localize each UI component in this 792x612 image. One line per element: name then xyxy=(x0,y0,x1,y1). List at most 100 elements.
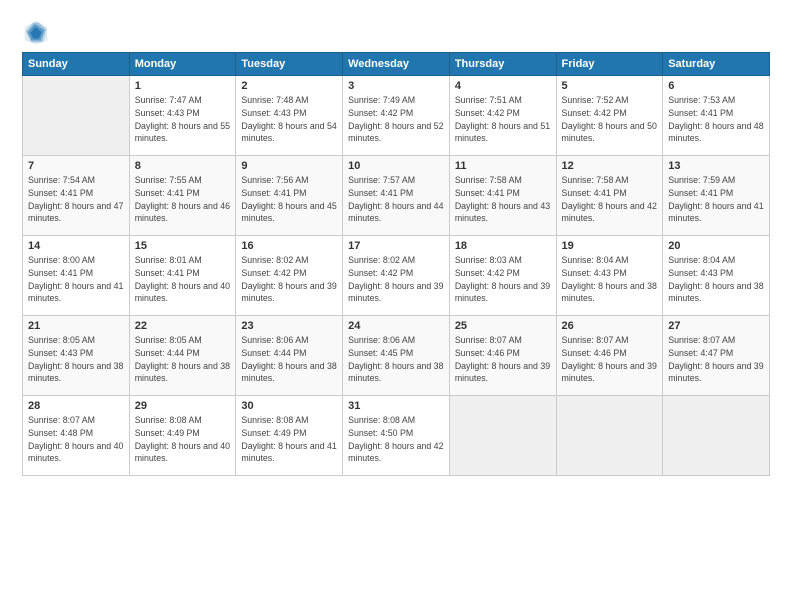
calendar-cell: 18Sunrise: 8:03 AMSunset: 4:42 PMDayligh… xyxy=(449,236,556,316)
sunrise-text: Sunrise: 8:07 AM xyxy=(668,334,764,347)
day-number: 4 xyxy=(455,80,551,92)
daylight-text: Daylight: 8 hours and 39 minutes. xyxy=(455,360,551,386)
calendar-cell: 23Sunrise: 8:06 AMSunset: 4:44 PMDayligh… xyxy=(236,316,343,396)
day-info: Sunrise: 8:08 AMSunset: 4:49 PMDaylight:… xyxy=(135,414,231,465)
daylight-text: Daylight: 8 hours and 44 minutes. xyxy=(348,200,444,226)
sunset-text: Sunset: 4:41 PM xyxy=(562,187,658,200)
weekday-header-thursday: Thursday xyxy=(449,53,556,76)
calendar-cell: 4 Sunrise: 7:51 AMSunset: 4:42 PMDaylight… xyxy=(449,76,556,156)
day-number: 21 xyxy=(28,320,124,332)
daylight-text: Daylight: 8 hours and 46 minutes. xyxy=(135,200,231,226)
day-number: 15 xyxy=(135,240,231,252)
sunrise-text: Sunrise: 8:02 AM xyxy=(241,254,337,267)
calendar-table: SundayMondayTuesdayWednesdayThursdayFrid… xyxy=(22,52,770,476)
sunset-text: Sunset: 4:42 PM xyxy=(455,267,551,280)
sunset-text: Sunset: 4:41 PM xyxy=(135,267,231,280)
day-info: Sunrise: 8:08 AMSunset: 4:49 PMDaylight:… xyxy=(241,414,337,465)
logo-icon xyxy=(22,18,50,46)
calendar-cell: 27Sunrise: 8:07 AMSunset: 4:47 PMDayligh… xyxy=(663,316,770,396)
calendar-cell: 28Sunrise: 8:07 AMSunset: 4:48 PMDayligh… xyxy=(23,396,130,476)
day-number: 14 xyxy=(28,240,124,252)
day-info: Sunrise: 8:06 AMSunset: 4:45 PMDaylight:… xyxy=(348,334,444,385)
weekday-header-monday: Monday xyxy=(129,53,236,76)
sunset-text: Sunset: 4:41 PM xyxy=(668,107,764,120)
day-number: 23 xyxy=(241,320,337,332)
calendar-cell xyxy=(449,396,556,476)
sunset-text: Sunset: 4:42 PM xyxy=(348,107,444,120)
day-number: 20 xyxy=(668,240,764,252)
sunset-text: Sunset: 4:41 PM xyxy=(348,187,444,200)
calendar-cell: 21Sunrise: 8:05 AMSunset: 4:43 PMDayligh… xyxy=(23,316,130,396)
calendar-cell: 20Sunrise: 8:04 AMSunset: 4:43 PMDayligh… xyxy=(663,236,770,316)
day-info: Sunrise: 7:58 AMSunset: 4:41 PMDaylight:… xyxy=(562,174,658,225)
calendar-cell: 12 Sunrise: 7:58 AMSunset: 4:41 PMDayligh… xyxy=(556,156,663,236)
calendar-cell: 2Sunrise: 7:48 AMSunset: 4:43 PMDaylight… xyxy=(236,76,343,156)
day-info: Sunrise: 7:58 AMSunset: 4:41 PMDaylight:… xyxy=(455,174,551,225)
sunset-text: Sunset: 4:43 PM xyxy=(28,347,124,360)
sunrise-text: Sunrise: 8:07 AM xyxy=(562,334,658,347)
day-info: Sunrise: 8:07 AMSunset: 4:46 PMDaylight:… xyxy=(562,334,658,385)
weekday-header-row: SundayMondayTuesdayWednesdayThursdayFrid… xyxy=(23,53,770,76)
calendar-cell: 13 Sunrise: 7:59 AMSunset: 4:41 PMDayligh… xyxy=(663,156,770,236)
sunrise-text: Sunrise: 8:06 AM xyxy=(241,334,337,347)
calendar-cell: 3Sunrise: 7:49 AMSunset: 4:42 PMDaylight… xyxy=(343,76,450,156)
sunrise-text: Sunrise: 8:08 AM xyxy=(135,414,231,427)
day-number: 5 xyxy=(562,80,658,92)
sunset-text: Sunset: 4:49 PM xyxy=(241,427,337,440)
daylight-text: Daylight: 8 hours and 47 minutes. xyxy=(28,200,124,226)
sunset-text: Sunset: 4:43 PM xyxy=(668,267,764,280)
day-number: 7 xyxy=(28,160,124,172)
sunrise-text: Sunrise: 8:03 AM xyxy=(455,254,551,267)
calendar-cell: 22Sunrise: 8:05 AMSunset: 4:44 PMDayligh… xyxy=(129,316,236,396)
calendar-cell: 29Sunrise: 8:08 AMSunset: 4:49 PMDayligh… xyxy=(129,396,236,476)
day-number: 25 xyxy=(455,320,551,332)
daylight-text: Daylight: 8 hours and 40 minutes. xyxy=(28,440,124,466)
calendar-week-row: 28Sunrise: 8:07 AMSunset: 4:48 PMDayligh… xyxy=(23,396,770,476)
day-info: Sunrise: 8:08 AMSunset: 4:50 PMDaylight:… xyxy=(348,414,444,465)
sunset-text: Sunset: 4:48 PM xyxy=(28,427,124,440)
sunrise-text: Sunrise: 8:05 AM xyxy=(28,334,124,347)
calendar-cell: 25Sunrise: 8:07 AMSunset: 4:46 PMDayligh… xyxy=(449,316,556,396)
weekday-header-saturday: Saturday xyxy=(663,53,770,76)
daylight-text: Daylight: 8 hours and 54 minutes. xyxy=(241,120,337,146)
daylight-text: Daylight: 8 hours and 42 minutes. xyxy=(562,200,658,226)
day-number: 13 xyxy=(668,160,764,172)
sunrise-text: Sunrise: 8:06 AM xyxy=(348,334,444,347)
day-info: Sunrise: 7:52 AMSunset: 4:42 PMDaylight:… xyxy=(562,94,658,145)
day-number: 12 xyxy=(562,160,658,172)
sunrise-text: Sunrise: 7:48 AM xyxy=(241,94,337,107)
sunset-text: Sunset: 4:46 PM xyxy=(562,347,658,360)
daylight-text: Daylight: 8 hours and 38 minutes. xyxy=(241,360,337,386)
day-info: Sunrise: 7:51 AMSunset: 4:42 PMDaylight:… xyxy=(455,94,551,145)
calendar-cell xyxy=(23,76,130,156)
sunrise-text: Sunrise: 8:00 AM xyxy=(28,254,124,267)
day-info: Sunrise: 7:57 AMSunset: 4:41 PMDaylight:… xyxy=(348,174,444,225)
calendar-week-row: 7Sunrise: 7:54 AMSunset: 4:41 PMDaylight… xyxy=(23,156,770,236)
sunrise-text: Sunrise: 7:51 AM xyxy=(455,94,551,107)
calendar-cell: 7Sunrise: 7:54 AMSunset: 4:41 PMDaylight… xyxy=(23,156,130,236)
calendar-week-row: 21 Sunrise: 8:05 AMSunset: 4:43 PM Dayligh… xyxy=(23,316,770,396)
sunset-text: Sunset: 4:49 PM xyxy=(135,427,231,440)
sunrise-text: Sunrise: 7:59 AM xyxy=(668,174,764,187)
daylight-text: Daylight: 8 hours and 41 minutes. xyxy=(668,200,764,226)
calendar-cell: 5 Sunrise: 7:52 AMSunset: 4:42 PMDaylight… xyxy=(556,76,663,156)
day-number: 28 xyxy=(28,400,124,412)
sunrise-text: Sunrise: 7:49 AM xyxy=(348,94,444,107)
sunset-text: Sunset: 4:42 PM xyxy=(455,107,551,120)
daylight-text: Daylight: 8 hours and 39 minutes. xyxy=(562,360,658,386)
calendar-cell: 14Sunrise: 8:00 AMSunset: 4:41 PMDayligh… xyxy=(23,236,130,316)
calendar-week-row: 1Sunrise: 7:47 AMSunset: 4:43 PMDaylight… xyxy=(23,76,770,156)
sunrise-text: Sunrise: 7:58 AM xyxy=(562,174,658,187)
day-number: 31 xyxy=(348,400,444,412)
daylight-text: Daylight: 8 hours and 38 minutes. xyxy=(348,360,444,386)
sunset-text: Sunset: 4:41 PM xyxy=(668,187,764,200)
day-info: Sunrise: 8:02 AMSunset: 4:42 PMDaylight:… xyxy=(348,254,444,305)
calendar-cell: 24Sunrise: 8:06 AMSunset: 4:45 PMDayligh… xyxy=(343,316,450,396)
day-number: 11 xyxy=(455,160,551,172)
day-number: 16 xyxy=(241,240,337,252)
day-number: 6 xyxy=(668,80,764,92)
daylight-text: Daylight: 8 hours and 40 minutes. xyxy=(135,280,231,306)
calendar-cell xyxy=(663,396,770,476)
weekday-header-friday: Friday xyxy=(556,53,663,76)
day-number: 10 xyxy=(348,160,444,172)
